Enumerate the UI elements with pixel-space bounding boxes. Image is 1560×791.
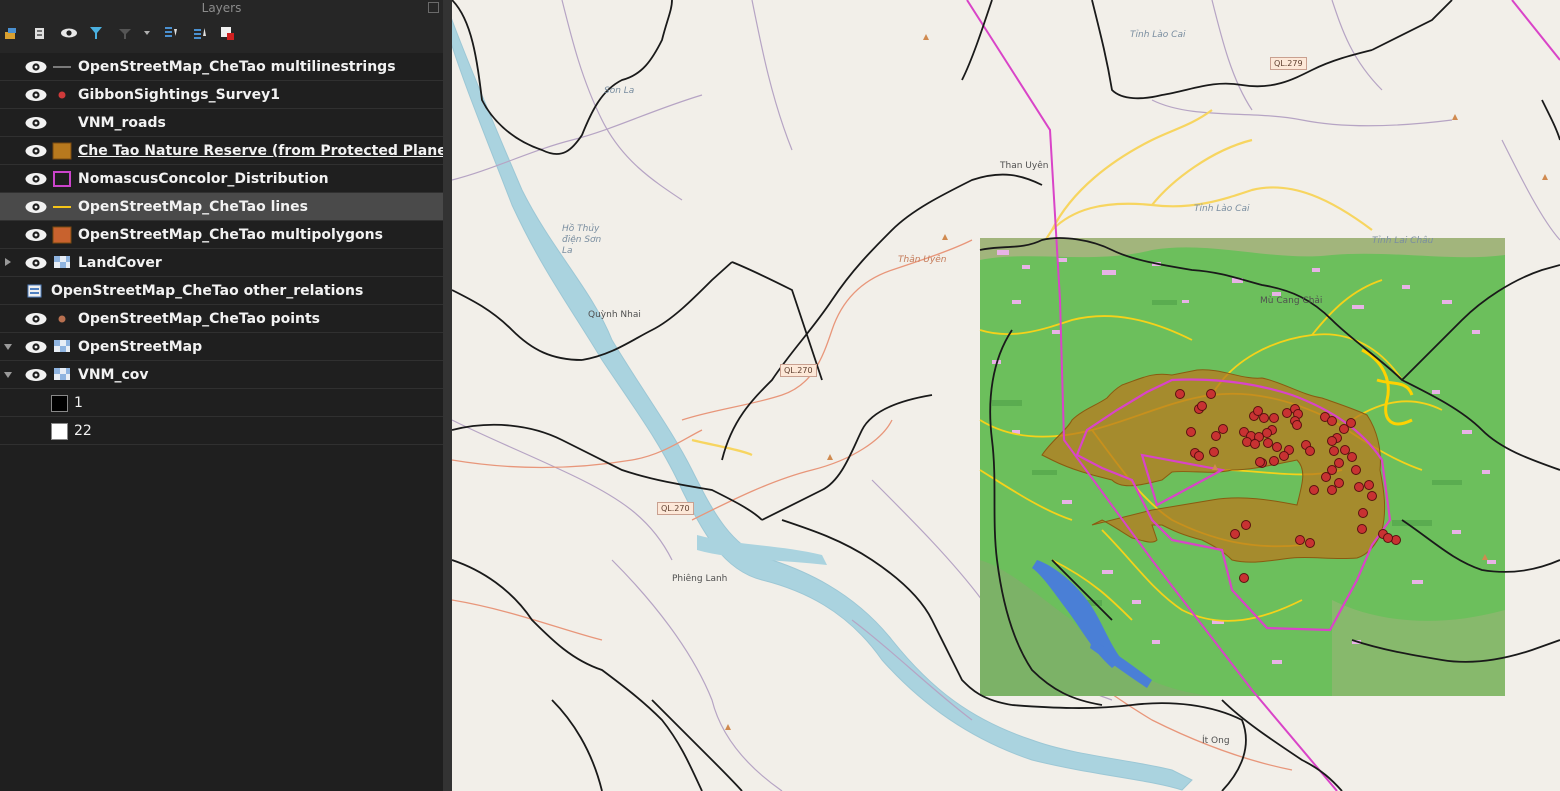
line-symbol-icon <box>53 206 71 208</box>
map-label-than-uyen-road: Thân Uyên <box>898 255 947 265</box>
visibility-eye-icon[interactable] <box>24 143 48 159</box>
map-label-phieng-lanh: Phiêng Lanh <box>672 574 728 584</box>
map-label-son-la: Son La <box>604 86 635 96</box>
float-panel-icon[interactable] <box>428 2 439 13</box>
collapse-all-icon[interactable] <box>193 26 207 40</box>
map-label-quynh-nhai: Quỳnh Nhai <box>588 310 641 320</box>
layer-tree: OpenStreetMap_CheTao multilinestrings Gib… <box>0 53 460 791</box>
line-symbol-icon <box>53 66 71 68</box>
legend-item: 1 <box>0 389 443 417</box>
chevron-down-icon[interactable] <box>4 344 12 350</box>
layer-row-gibbonsightings-survey1[interactable]: GibbonSightings_Survey1 <box>0 81 443 109</box>
map-svg <box>452 0 1560 791</box>
visibility-eye-icon[interactable] <box>24 199 48 215</box>
visibility-eye-icon[interactable] <box>24 59 48 75</box>
map-label-reservoir: Hồ Thủy điện Sơn La <box>562 224 602 256</box>
remove-layer-icon[interactable] <box>220 26 234 40</box>
visibility-eye-icon[interactable] <box>24 171 48 187</box>
layer-name: OpenStreetMap_CheTao lines <box>78 199 308 215</box>
legend-label: 22 <box>74 423 92 439</box>
layer-name: OpenStreetMap <box>78 339 203 355</box>
expand-all-icon[interactable] <box>164 26 178 40</box>
layer-row-openstreetmap[interactable]: OpenStreetMap <box>0 333 443 361</box>
layer-name: OpenStreetMap_CheTao multilinestrings <box>78 59 396 75</box>
point-symbol-icon <box>58 315 66 323</box>
layer-row-landcover[interactable]: LandCover <box>0 249 443 277</box>
fill-symbol-icon <box>52 226 72 244</box>
manage-visibility-icon[interactable] <box>60 26 78 40</box>
chevron-right-icon[interactable] <box>5 258 11 266</box>
layers-toolbar <box>0 22 443 46</box>
visibility-eye-icon[interactable] <box>24 227 48 243</box>
visibility-eye-icon[interactable] <box>24 115 48 131</box>
legend-label: 1 <box>74 395 83 411</box>
layer-name: OpenStreetMap_CheTao multipolygons <box>78 227 383 243</box>
legend-item: 22 <box>0 417 443 445</box>
filter-legend-icon[interactable] <box>89 26 103 40</box>
filter-by-expression-icon[interactable] <box>118 26 132 40</box>
fill-symbol-icon <box>52 142 72 160</box>
layer-name: NomascusConcolor_Distribution <box>78 171 329 187</box>
table-layer-icon <box>27 284 42 298</box>
layer-row-nomascusconcolor-distribution[interactable]: NomascusConcolor_Distribution <box>0 165 443 193</box>
visibility-eye-icon[interactable] <box>24 87 48 103</box>
raster-layer-icon <box>54 368 70 380</box>
layer-name: OpenStreetMap_CheTao other_relations <box>51 283 364 299</box>
map-label-tinh-lao-cai-2: Tỉnh Lào Cai <box>1130 30 1186 40</box>
layer-row-openstreetmap-chetao-lines[interactable]: OpenStreetMap_CheTao lines <box>0 193 443 221</box>
road-shield: QL.279 <box>1270 57 1307 70</box>
layer-name: LandCover <box>78 255 162 271</box>
layer-name: VNM_cov <box>78 367 149 383</box>
layers-panel: Layers OpenStreetMap_CheTao multilinestr… <box>0 0 460 791</box>
visibility-eye-icon[interactable] <box>24 311 48 327</box>
panel-title: Layers <box>201 1 242 15</box>
layer-name: VNM_roads <box>78 115 166 131</box>
map-label-it-ong: Ít Ong <box>1202 736 1230 746</box>
raster-layer-icon <box>54 256 70 268</box>
open-layer-styling-icon[interactable] <box>4 26 18 40</box>
layer-row-openstreetmap-chetao-multipolygons[interactable]: OpenStreetMap_CheTao multipolygons <box>0 221 443 249</box>
layer-row-openstreetmap-chetao-other-relations[interactable]: OpenStreetMap_CheTao other_relations <box>0 277 443 305</box>
legend-swatch <box>51 395 68 412</box>
layer-row-vnm-roads[interactable]: VNM_roads <box>0 109 443 137</box>
map-label-than-uyen: Than Uyên <box>1000 161 1049 171</box>
layer-row-che-tao-nature-reserve-from-protected-planet[interactable]: Che Tao Nature Reserve (from Protected P… <box>0 137 460 165</box>
panel-splitter[interactable] <box>443 0 452 791</box>
raster-layer-icon <box>54 340 70 352</box>
layer-name: GibbonSightings_Survey1 <box>78 87 281 103</box>
legend-swatch <box>51 423 68 440</box>
add-group-icon[interactable] <box>33 26 47 40</box>
map-label-mu-cang-chai: Mù Cang Chải <box>1260 296 1323 306</box>
layer-row-vnm-cov[interactable]: VNM_cov <box>0 361 443 389</box>
map-canvas[interactable]: Son La Than Uyên Tỉnh Lào Cai Tỉnh Lai C… <box>452 0 1560 791</box>
no-symbol <box>52 114 72 132</box>
map-label-tinh-lai-chau: Tỉnh Lai Châu <box>1372 236 1434 246</box>
layer-row-openstreetmap-chetao-multilinestrings[interactable]: OpenStreetMap_CheTao multilinestrings <box>0 53 443 81</box>
layer-name: Che Tao Nature Reserve (from Protected P… <box>78 143 460 159</box>
road-shield: QL.270 <box>657 502 694 515</box>
layer-name: OpenStreetMap_CheTao points <box>78 311 320 327</box>
visibility-eye-icon[interactable] <box>24 255 48 271</box>
layer-row-openstreetmap-chetao-points[interactable]: OpenStreetMap_CheTao points <box>0 305 443 333</box>
point-symbol-icon <box>58 91 66 99</box>
road-shield: QL.270 <box>780 364 817 377</box>
chevron-down-icon[interactable] <box>142 26 152 40</box>
visibility-eye-icon[interactable] <box>24 339 48 355</box>
chevron-down-icon[interactable] <box>4 372 12 378</box>
map-label-tinh-lao-cai: Tỉnh Lào Cai <box>1194 204 1250 214</box>
visibility-eye-icon[interactable] <box>24 367 48 383</box>
outline-symbol-icon <box>53 171 71 187</box>
